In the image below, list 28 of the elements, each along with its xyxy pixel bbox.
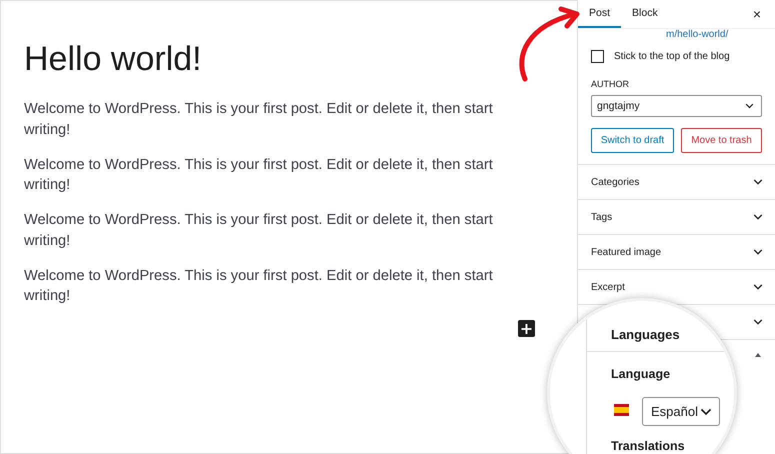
checkbox-label: Stick to the top of the blog [614, 51, 730, 62]
close-button[interactable]: × [752, 6, 761, 22]
paragraph: Welcome to WordPress. This is your first post. Edit or delete it, then start writing! [24, 266, 494, 306]
add-block-button[interactable]: + [518, 320, 535, 337]
chevron-down-icon [745, 102, 754, 110]
chevron-down-icon [753, 318, 763, 326]
chevron-down-icon [700, 408, 712, 416]
paragraph: Welcome to WordPress. This is your first post. Edit or delete it, then start writing! [24, 100, 494, 140]
field-label: Language [611, 367, 670, 381]
trash-button[interactable]: Move to trash [681, 128, 762, 153]
section-title: Translations [611, 439, 685, 453]
panel-header[interactable]: Featured image [578, 235, 775, 270]
draft-button[interactable]: Switch to draft [591, 128, 674, 153]
sidebar-tab[interactable]: Post [578, 0, 622, 28]
panel-header[interactable]: Tags [578, 200, 775, 235]
permalink-link[interactable]: m/hello-world/ [666, 29, 762, 41]
author-select[interactable]: gngtajmy [591, 95, 762, 117]
sidebar-tab[interactable]: Block [621, 0, 669, 28]
triangle-up-icon [753, 352, 763, 358]
language-select[interactable]: Español [642, 397, 720, 426]
field-label: AUTHOR [591, 79, 630, 89]
panel-title: Languages [611, 327, 680, 342]
post-title: Hello world! [24, 41, 202, 78]
sticky-checkbox[interactable] [591, 50, 604, 63]
flag-icon [614, 404, 629, 416]
paragraph: Welcome to WordPress. This is your first post. Edit or delete it, then start writing! [24, 156, 494, 196]
panel-header[interactable]: Categories [578, 165, 775, 200]
paragraph: Welcome to WordPress. This is your first post. Edit or delete it, then start writing! [24, 211, 494, 251]
